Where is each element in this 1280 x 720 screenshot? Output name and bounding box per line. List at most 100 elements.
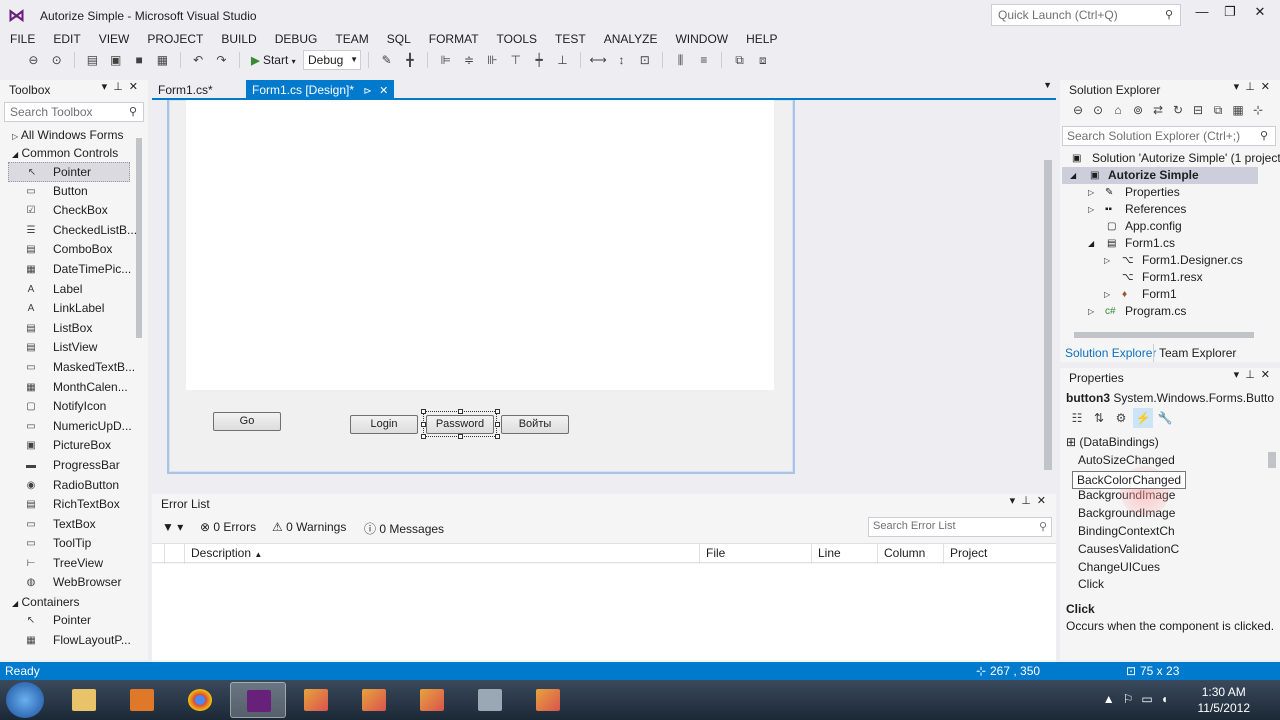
toolbox-item[interactable]: A LinkLabel	[0, 299, 148, 319]
start-debugging-button[interactable]: ▶ Start ▾	[247, 50, 300, 70]
properties-object-selector[interactable]: button3 System.Windows.Forms.Butto	[1060, 388, 1280, 408]
vertical-spacing-icon[interactable]: ≡	[695, 50, 713, 70]
taskbar-media-player[interactable]	[114, 682, 170, 718]
forward-icon[interactable]: ⊙	[48, 50, 66, 70]
toolbox-item[interactable]: ↖ Pointer	[0, 611, 148, 631]
toolbox-item[interactable]: ▤ ComboBox	[0, 240, 148, 260]
form1-window[interactable]: Go Login Password Войты	[167, 100, 795, 474]
column-line[interactable]: Line	[811, 544, 877, 564]
minimize-button[interactable]: —	[1188, 4, 1216, 24]
toolbox-item[interactable]: ▦ DateTimePic...	[0, 260, 148, 280]
toolbox-item[interactable]: ▤ RichTextBox	[0, 495, 148, 515]
make-same-height-icon[interactable]: ↕	[612, 50, 630, 70]
events-lightning-icon[interactable]: ⚡	[1133, 408, 1153, 428]
system-tray-icons[interactable]: ▲⚐▭◖	[1103, 692, 1176, 706]
property-row[interactable]: AutoSizeChanged	[1078, 452, 1258, 470]
tab-form1-design[interactable]: Form1.cs [Design]* ⊳ ✕	[246, 80, 395, 100]
solution-explorer-search-input[interactable]: Search Solution Explorer (Ctrl+;) ⚲	[1062, 126, 1276, 146]
expand-arrow-icon[interactable]: ▷	[1088, 184, 1094, 201]
designer-scrollbar[interactable]	[1044, 100, 1052, 486]
save-icon[interactable]: ■	[130, 50, 148, 70]
toolbox-item[interactable]: ☰ CheckedListB...	[0, 221, 148, 241]
resize-handle[interactable]	[421, 434, 426, 439]
toolbox-item[interactable]: ⊢ TreeView	[0, 554, 148, 574]
toolbox-group-containers[interactable]: ◢ Containers	[0, 593, 148, 611]
save-all-icon[interactable]: ▦	[153, 50, 171, 70]
alphabetical-icon[interactable]: ⇅	[1089, 408, 1109, 428]
toolbox-item[interactable]: ▭ MaskedTextB...	[0, 358, 148, 378]
forward-icon[interactable]: ⊙	[1089, 100, 1107, 120]
property-row[interactable]: CausesValidationC	[1078, 541, 1258, 559]
make-same-size-icon[interactable]: ⊡	[636, 50, 654, 70]
toolbox-group-common-controls[interactable]: ◢ Common Controls	[0, 144, 148, 162]
tab-solution-explorer[interactable]: Solution Explorer	[1060, 344, 1161, 362]
toolbox-item[interactable]: ▣ PictureBox	[0, 436, 148, 456]
solution-horizontal-scrollbar[interactable]	[1064, 330, 1276, 340]
expand-arrow-icon[interactable]: ▷	[1088, 201, 1094, 218]
property-row[interactable]: Click	[1078, 576, 1258, 594]
taskbar-window-3[interactable]	[404, 682, 460, 718]
menu-file[interactable]: FILE	[0, 30, 43, 46]
menu-project[interactable]: PROJECT	[137, 30, 211, 46]
send-to-back-icon[interactable]: ⧈	[754, 50, 772, 70]
bring-to-front-icon[interactable]: ⧉	[731, 50, 749, 70]
undo-icon[interactable]: ↶	[189, 50, 207, 70]
form-designer-surface[interactable]: Go Login Password Войты	[152, 100, 1056, 492]
expand-arrow-icon[interactable]: ▷	[1088, 303, 1094, 320]
menu-help[interactable]: HELP	[736, 30, 785, 46]
taskbar-window-4[interactable]	[462, 682, 518, 718]
pin-icon[interactable]: ⊳	[363, 86, 371, 97]
property-row[interactable]: ⊞ (DataBindings)	[1066, 434, 1246, 452]
toolbox-item[interactable]: ▭ TextBox	[0, 515, 148, 535]
toolbox-item[interactable]: ▬ ProgressBar	[0, 456, 148, 476]
taskbar-window-5[interactable]	[520, 682, 576, 718]
property-pages-icon[interactable]: 🔧	[1155, 408, 1175, 428]
align-centers-icon[interactable]: ≑	[460, 50, 478, 70]
open-file-icon[interactable]: ▣	[107, 50, 125, 70]
collapse-all-icon[interactable]: ⊟	[1189, 100, 1207, 120]
toolbox-item[interactable]: ▭ ToolTip	[0, 534, 148, 554]
properties-view-icon[interactable]: ⚙	[1111, 408, 1131, 428]
resize-handle[interactable]	[421, 409, 426, 414]
align-bottoms-icon[interactable]: ⊥	[553, 50, 571, 70]
taskbar-chrome[interactable]	[172, 682, 228, 718]
errors-filter-toggle[interactable]: ⊗ 0 Errors	[200, 520, 256, 534]
close-icon[interactable]: ✕	[379, 85, 388, 97]
horizontal-spacing-icon[interactable]: ⫼	[671, 50, 689, 70]
taskbar-window-2[interactable]	[346, 682, 402, 718]
go-button[interactable]: Go	[213, 412, 281, 431]
messages-filter-toggle[interactable]: ⓘ 0 Messages	[364, 520, 444, 537]
properties-icon[interactable]: ▦	[1229, 100, 1247, 120]
tab-form1-cs[interactable]: Form1.cs*	[152, 80, 219, 100]
resize-handle[interactable]	[421, 422, 426, 427]
property-row[interactable]: ChangeUICues	[1078, 559, 1258, 577]
toolbox-item[interactable]: ▤ ListView	[0, 338, 148, 358]
taskbar-clock[interactable]: 1:30 AM 11/5/2012	[1198, 684, 1251, 716]
toolbox-item[interactable]: ☑ CheckBox	[0, 201, 148, 221]
make-same-width-icon[interactable]: ⟷	[589, 50, 607, 70]
toolbox-item[interactable]: A Label	[0, 280, 148, 300]
windows-start-icon[interactable]	[6, 682, 44, 718]
resize-handle[interactable]	[458, 409, 463, 414]
menu-format[interactable]: FORMAT	[419, 30, 487, 46]
sync-icon[interactable]: ⇄	[1149, 100, 1167, 120]
property-row[interactable]: BackgroundImage	[1078, 505, 1258, 523]
properties-scrollbar[interactable]	[1268, 436, 1276, 592]
toolbox-item[interactable]: ◉ RadioButton	[0, 476, 148, 496]
pending-changes-icon[interactable]: ⊚	[1129, 100, 1147, 120]
toolbox-item[interactable]: ◍ WebBrowser	[0, 573, 148, 593]
scrollbar-thumb[interactable]	[1074, 332, 1254, 338]
quick-launch-input[interactable]: Quick Launch (Ctrl+Q) ⚲	[991, 4, 1181, 26]
align-tops-icon[interactable]: ⊤	[507, 50, 525, 70]
document-list-dropdown-icon[interactable]: ▼	[1043, 80, 1052, 90]
collapse-arrow-icon[interactable]: ◢	[1070, 167, 1076, 184]
toolbox-item[interactable]: ▦ FlowLayoutP...	[0, 631, 148, 651]
scrollbar-thumb[interactable]	[1268, 452, 1276, 468]
preview-icon[interactable]: ⊹	[1249, 100, 1267, 120]
menu-analyze[interactable]: ANALYZE	[594, 30, 666, 46]
align-lefts-icon[interactable]: ⊫	[437, 50, 455, 70]
expand-box-icon[interactable]: ⊞	[1066, 435, 1079, 449]
close-button[interactable]: ✕	[1246, 4, 1274, 24]
filter-icon[interactable]: ▼ ▾	[162, 520, 183, 534]
tab-team-explorer[interactable]: Team Explorer	[1153, 344, 1241, 362]
